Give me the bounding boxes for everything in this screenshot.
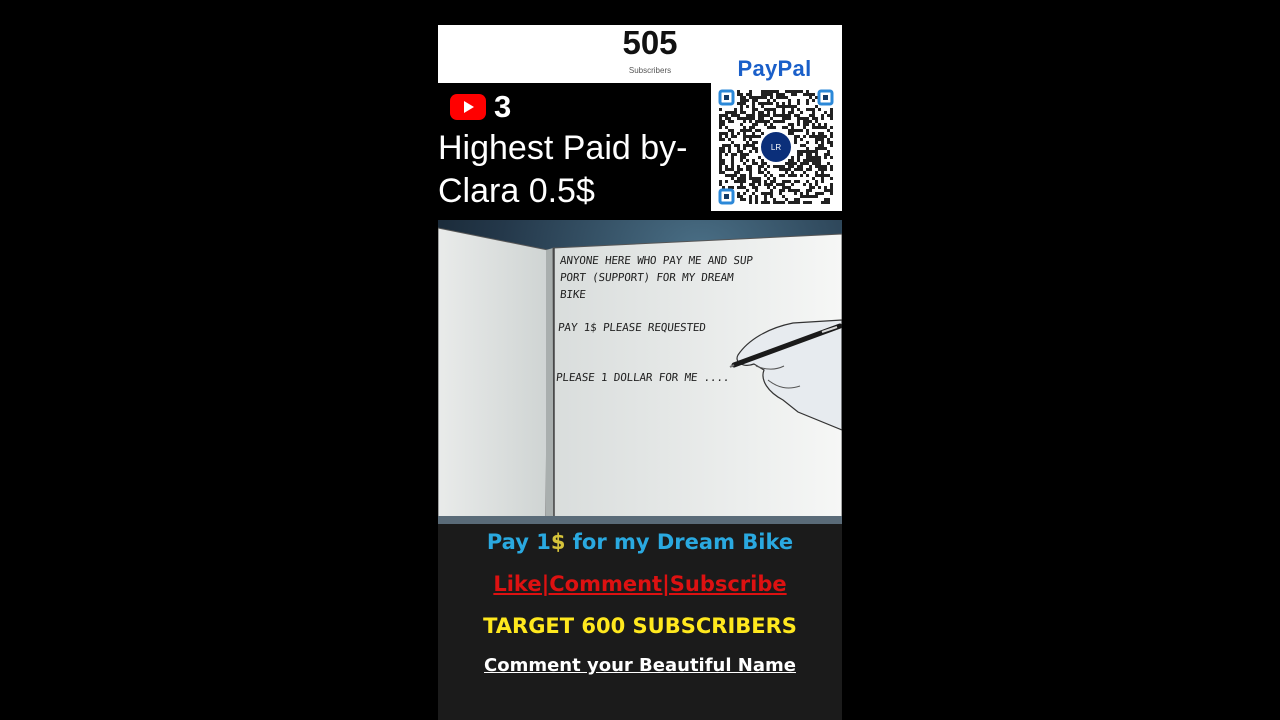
- pay-request-text: Pay 1$ for my Dream Bike: [438, 530, 842, 554]
- youtube-badge: 3: [450, 89, 512, 124]
- video-count: 3: [494, 89, 512, 124]
- note-line-4: PAY 1$ PLEASE REQUESTED: [557, 321, 707, 334]
- subscriber-target: TARGET 600 SUBSCRIBERS: [483, 614, 797, 638]
- paypal-title: PayPal: [737, 56, 812, 81]
- paypal-qr-card[interactable]: PayPal LR: [711, 52, 842, 211]
- call-to-action-panel: Pay 1$ for my Dream Bike Like|Comment|Su…: [438, 524, 842, 720]
- notebook-scene: ANYONE HERE WHO PAY ME AND SUP PORT (SUP…: [438, 220, 842, 524]
- note-line-5: PLEASE 1 DOLLAR FOR ME ....: [555, 371, 731, 384]
- pay-dollar: $: [550, 530, 566, 554]
- qr-center-logo: LR: [771, 143, 781, 152]
- comment-prompt: Comment your Beautiful Name: [484, 655, 796, 676]
- youtube-icon: [450, 94, 486, 120]
- pay-prefix: Pay 1: [486, 530, 551, 554]
- note-line-3: BIKE: [559, 288, 587, 301]
- video-frame: 505 Subscribers 3 Highest Paid by- Clara…: [438, 25, 842, 720]
- note-line-1: ANYONE HERE WHO PAY ME AND SUP: [559, 254, 754, 267]
- highest-paid-name: Clara 0.5$: [438, 172, 595, 210]
- paypal-qr-code[interactable]: LR: [717, 88, 835, 206]
- note-line-2: PORT (SUPPORT) FOR MY DREAM: [559, 271, 735, 284]
- like-comment-subscribe: Like|Comment|Subscribe: [493, 572, 787, 596]
- pay-suffix: for my Dream Bike: [565, 530, 794, 554]
- highest-paid-title: Highest Paid by-: [438, 129, 688, 167]
